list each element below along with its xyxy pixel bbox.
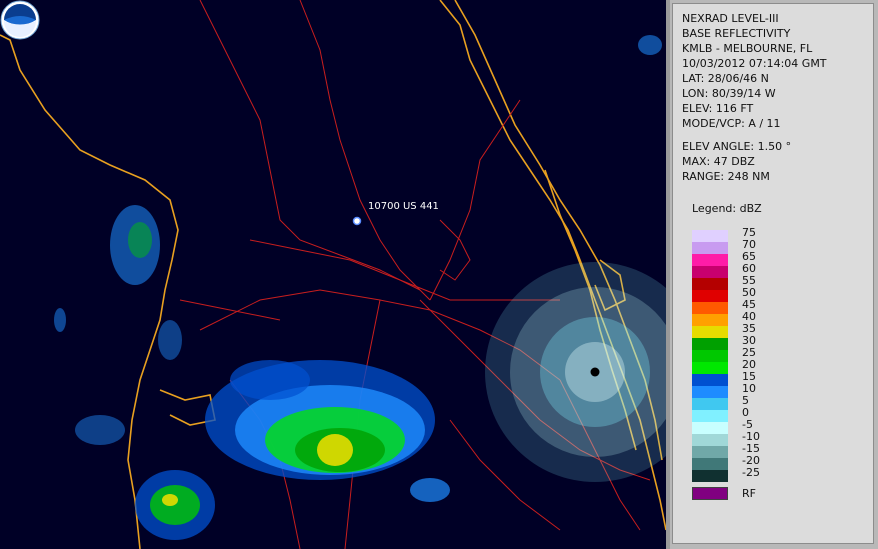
info-panel: NEXRAD LEVEL-III BASE REFLECTIVITY KMLB … [672, 3, 874, 544]
legend-band [692, 302, 728, 314]
legend-band [692, 278, 728, 290]
clear-air-echo [485, 262, 666, 482]
max-reflectivity: MAX: 47 DBZ [682, 155, 755, 168]
radar-viewer: 10700 US 441 NEXRAD LEVEL-III BASE REFLE… [0, 0, 878, 549]
legend-title: Legend: dBZ [692, 202, 762, 215]
radar-station-dot [590, 367, 600, 377]
legend-band [692, 254, 728, 266]
legend-band-label: -25 [742, 466, 760, 479]
latitude: LAT: 28/06/46 N [682, 72, 769, 85]
storm-cell [205, 360, 450, 502]
datetime: 10/03/2012 07:14:04 GMT [682, 57, 827, 70]
mode-vcp: MODE/VCP: A / 11 [682, 117, 781, 130]
road-northwest [199, 0, 421, 291]
legend-band [692, 290, 728, 302]
legend-band [692, 422, 728, 434]
rf-label: RF [742, 487, 756, 500]
legend-band [692, 386, 728, 398]
location-marker-label: 10700 US 441 [368, 201, 439, 212]
radar-map[interactable]: 10700 US 441 [0, 0, 666, 549]
panel-separator [666, 0, 670, 549]
radar-range: RANGE: 248 NM [682, 170, 770, 183]
legend-band [692, 230, 728, 242]
road-east-west [249, 239, 560, 301]
road-north-central [299, 0, 431, 301]
station-name: KMLB - MELBOURNE, FL [682, 42, 813, 55]
legend-color-scale [692, 230, 728, 482]
elevation: ELEV: 116 FT [682, 102, 754, 115]
legend-band [692, 326, 728, 338]
legend-band [692, 470, 728, 482]
legend-band [692, 410, 728, 422]
location-marker-icon[interactable] [352, 216, 362, 226]
map-svg [0, 0, 666, 549]
product-name: NEXRAD LEVEL-III [682, 12, 779, 25]
road-northeast [429, 99, 521, 301]
legend-band [692, 374, 728, 386]
rf-swatch [692, 487, 728, 500]
legend-band [692, 266, 728, 278]
legend-band [692, 458, 728, 470]
legend-band [692, 446, 728, 458]
noaa-logo-icon [0, 0, 40, 40]
longitude: LON: 80/39/14 W [682, 87, 776, 100]
legend-band [692, 314, 728, 326]
legend-band [692, 242, 728, 254]
legend-band [692, 362, 728, 374]
product-type: BASE REFLECTIVITY [682, 27, 791, 40]
legend-band [692, 350, 728, 362]
gulf-coastline [0, 34, 179, 549]
legend-band [692, 434, 728, 446]
road-west [179, 299, 281, 321]
southwest-cell [135, 470, 215, 540]
legend-band [692, 398, 728, 410]
elevation-angle: ELEV ANGLE: 1.50 ° [682, 140, 792, 153]
legend-band [692, 338, 728, 350]
